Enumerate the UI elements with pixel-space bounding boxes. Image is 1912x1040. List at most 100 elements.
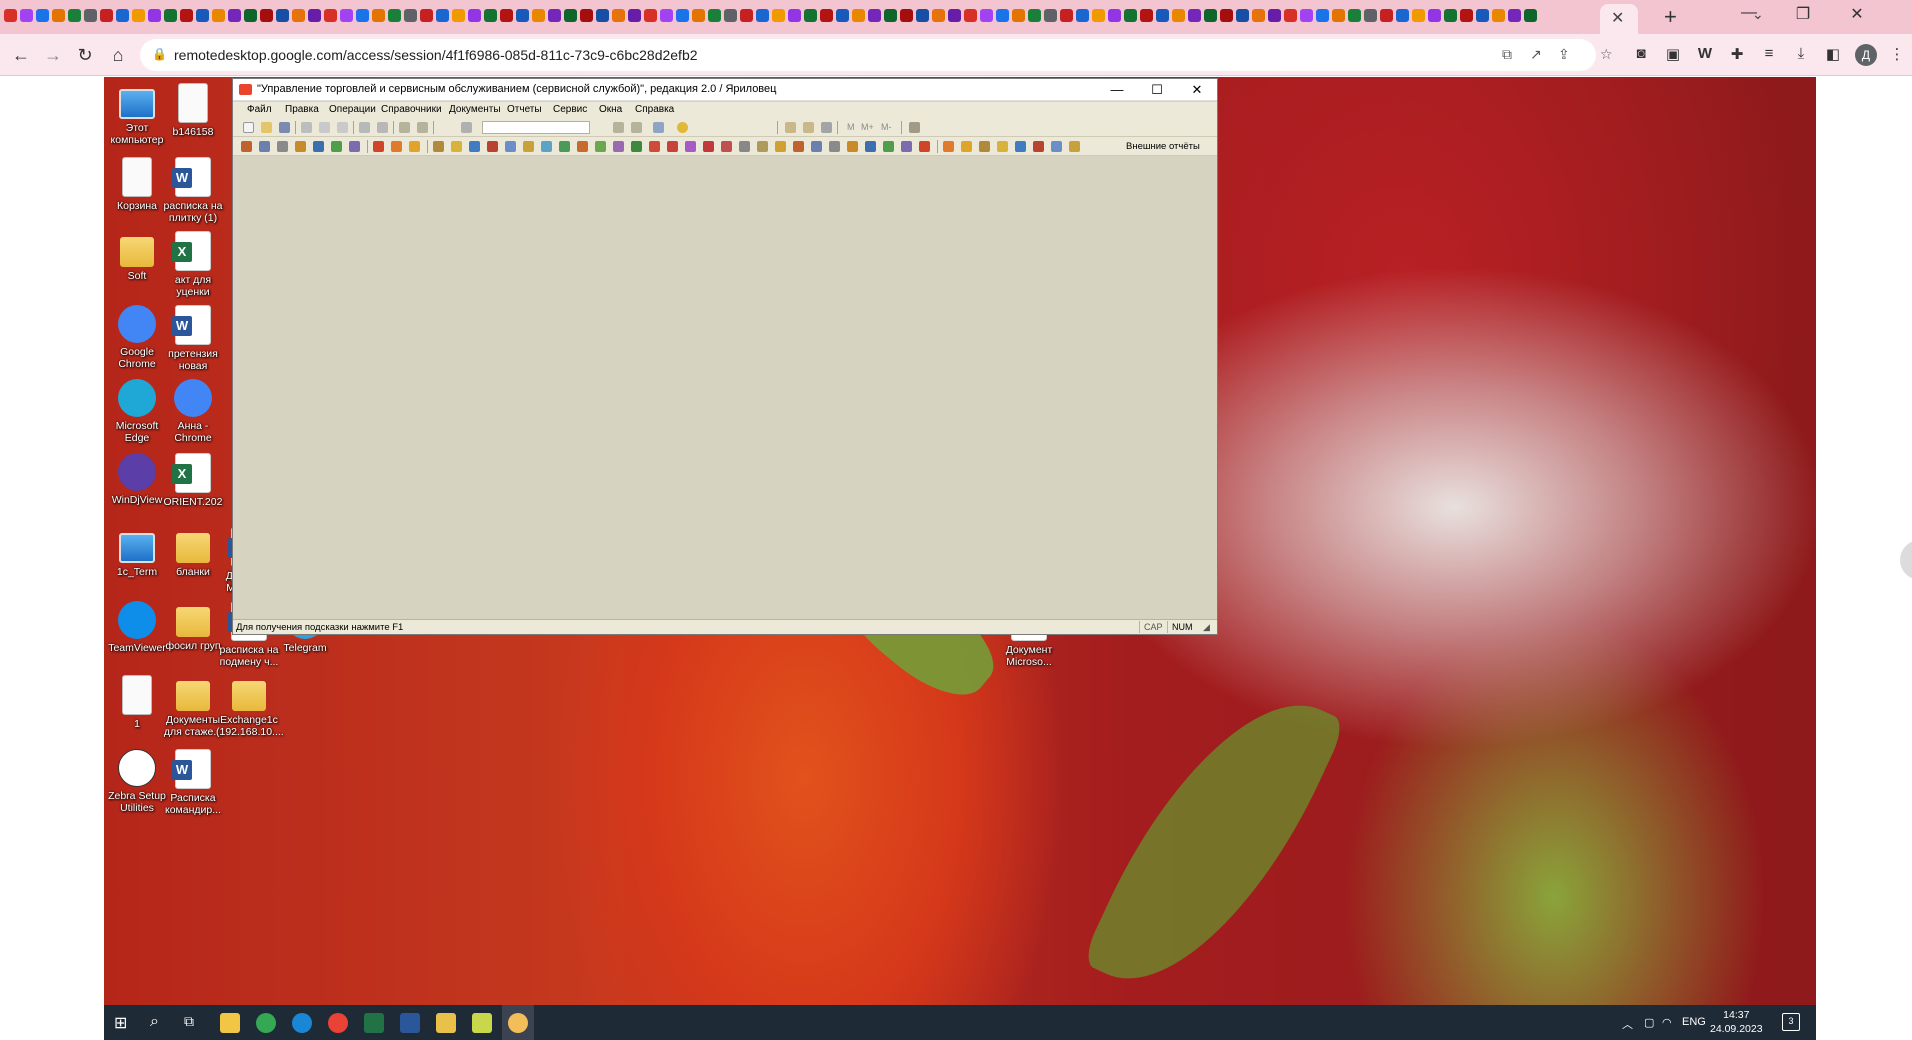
tab-favicon[interactable] <box>756 9 769 23</box>
new-doc-icon[interactable] <box>243 122 254 133</box>
paste-icon[interactable] <box>337 122 348 133</box>
open-icon[interactable] <box>261 122 272 133</box>
tab-favicon[interactable] <box>628 9 641 23</box>
tab-favicon[interactable] <box>244 9 257 23</box>
chrome-profile-icon[interactable] <box>328 1013 348 1033</box>
back-icon[interactable]: ← <box>9 43 33 67</box>
extensions-puzzle-icon[interactable]: ✚ <box>1726 45 1748 63</box>
tab-favicon[interactable] <box>1348 9 1361 23</box>
tab-favicon[interactable] <box>932 9 945 23</box>
cut-icon[interactable] <box>301 122 312 133</box>
tab-favicon[interactable] <box>660 9 673 23</box>
tab-favicon[interactable] <box>1220 9 1233 23</box>
tray-device-icon[interactable]: ▢ <box>1644 1016 1654 1029</box>
desktop-icon[interactable]: ORIENT.202 <box>160 453 226 508</box>
tab-favicon[interactable] <box>1380 9 1393 23</box>
folder-app-icon[interactable] <box>436 1013 456 1033</box>
tab-favicon[interactable] <box>84 9 97 23</box>
toolbar-action-icon[interactable] <box>313 141 324 152</box>
minimize-window-button[interactable]: — <box>1726 4 1772 22</box>
edge-icon[interactable] <box>292 1013 312 1033</box>
tab-favicon[interactable] <box>612 9 625 23</box>
tab-favicon[interactable] <box>132 9 145 23</box>
tab-favicon[interactable] <box>852 9 865 23</box>
toolbar-action-icon[interactable] <box>505 141 516 152</box>
tab-favicon[interactable] <box>548 9 561 23</box>
menu-edit[interactable]: Правка <box>285 104 319 115</box>
tab-favicon[interactable] <box>1412 9 1425 23</box>
home-icon[interactable]: ⌂ <box>106 43 130 67</box>
settings-icon[interactable] <box>909 122 920 133</box>
desktop-icon[interactable]: Анна - Chrome <box>160 379 226 444</box>
word-icon[interactable] <box>400 1013 420 1033</box>
tab-favicon[interactable] <box>900 9 913 23</box>
toolbar-action-icon[interactable] <box>409 141 420 152</box>
toolbar-action-icon[interactable] <box>883 141 894 152</box>
desktop-icon[interactable]: Расписка командир... <box>160 749 226 816</box>
tab-favicon[interactable] <box>1028 9 1041 23</box>
active-tab[interactable]: ✕ <box>1600 4 1638 34</box>
tab-favicon[interactable] <box>1300 9 1313 23</box>
toolbar-action-icon[interactable] <box>613 141 624 152</box>
close-window-button[interactable]: ✕ <box>1834 4 1880 24</box>
tab-favicon[interactable] <box>452 9 465 23</box>
app-1c-taskbar-icon[interactable] <box>502 1005 534 1040</box>
extension-icon[interactable]: ▣ <box>1662 45 1684 63</box>
toolbar-action-icon[interactable] <box>961 141 972 152</box>
tab-favicon[interactable] <box>964 9 977 23</box>
toolbar-action-icon[interactable] <box>793 141 804 152</box>
tab-favicons[interactable] <box>4 7 1604 27</box>
tab-favicon[interactable] <box>772 9 785 23</box>
toolbar-action-icon[interactable] <box>277 141 288 152</box>
tab-favicon[interactable] <box>1236 9 1249 23</box>
tab-favicon[interactable] <box>420 9 433 23</box>
tab-favicon[interactable] <box>116 9 129 23</box>
tab-favicon[interactable] <box>740 9 753 23</box>
toolbar-action-icon[interactable] <box>373 141 384 152</box>
tab-favicon[interactable] <box>1156 9 1169 23</box>
task-view-icon[interactable]: ⧉ <box>184 1013 204 1033</box>
print-icon[interactable] <box>359 122 370 133</box>
new-tab-button[interactable]: + <box>1664 4 1677 30</box>
tab-favicon[interactable] <box>1476 9 1489 23</box>
toolbar-action-icon[interactable] <box>595 141 606 152</box>
share-icon[interactable]: ⇪ <box>1558 46 1570 63</box>
save-icon[interactable] <box>279 122 290 133</box>
tab-favicon[interactable] <box>1364 9 1377 23</box>
tab-favicon[interactable] <box>644 9 657 23</box>
close-button[interactable]: ✕ <box>1179 80 1215 100</box>
tab-favicon[interactable] <box>1444 9 1457 23</box>
redo-icon[interactable] <box>417 122 428 133</box>
forward-icon[interactable]: → <box>41 43 65 67</box>
open-in-app-icon[interactable]: ↗ <box>1530 46 1542 63</box>
tab-favicon[interactable] <box>228 9 241 23</box>
menu-file[interactable]: Файл <box>247 104 272 115</box>
tab-favicon[interactable] <box>596 9 609 23</box>
toolbar-action-icon[interactable] <box>1051 141 1062 152</box>
desktop-icon[interactable]: b146158 <box>160 83 226 138</box>
toolbar-action-icon[interactable] <box>997 141 1008 152</box>
tab-favicon[interactable] <box>212 9 225 23</box>
toolbar-action-icon[interactable] <box>739 141 750 152</box>
toolbar-action-icon[interactable] <box>451 141 462 152</box>
tab-favicon[interactable] <box>1284 9 1297 23</box>
toolbar-action-icon[interactable] <box>667 141 678 152</box>
tab-favicon[interactable] <box>36 9 49 23</box>
tab-favicon[interactable] <box>1060 9 1073 23</box>
install-icon[interactable]: ⧉ <box>1502 46 1512 63</box>
tab-favicon[interactable] <box>916 9 929 23</box>
tab-favicon[interactable] <box>980 9 993 23</box>
toolbar-action-icon[interactable] <box>811 141 822 152</box>
wifi-icon[interactable]: ◠ <box>1662 1016 1672 1029</box>
window-icon[interactable] <box>653 122 664 133</box>
tab-favicon[interactable] <box>292 9 305 23</box>
toolbar-action-icon[interactable] <box>685 141 696 152</box>
info-icon[interactable] <box>677 122 688 133</box>
tab-favicon[interactable] <box>516 9 529 23</box>
reading-list-icon[interactable]: ≡ <box>1758 45 1780 62</box>
minimize-button[interactable]: — <box>1099 80 1135 100</box>
search-input[interactable] <box>482 121 590 134</box>
lock-icon[interactable]: 🔒 <box>152 47 167 61</box>
memory-minus-button[interactable]: M- <box>881 122 892 132</box>
language-indicator[interactable]: ENG <box>1682 1016 1706 1028</box>
